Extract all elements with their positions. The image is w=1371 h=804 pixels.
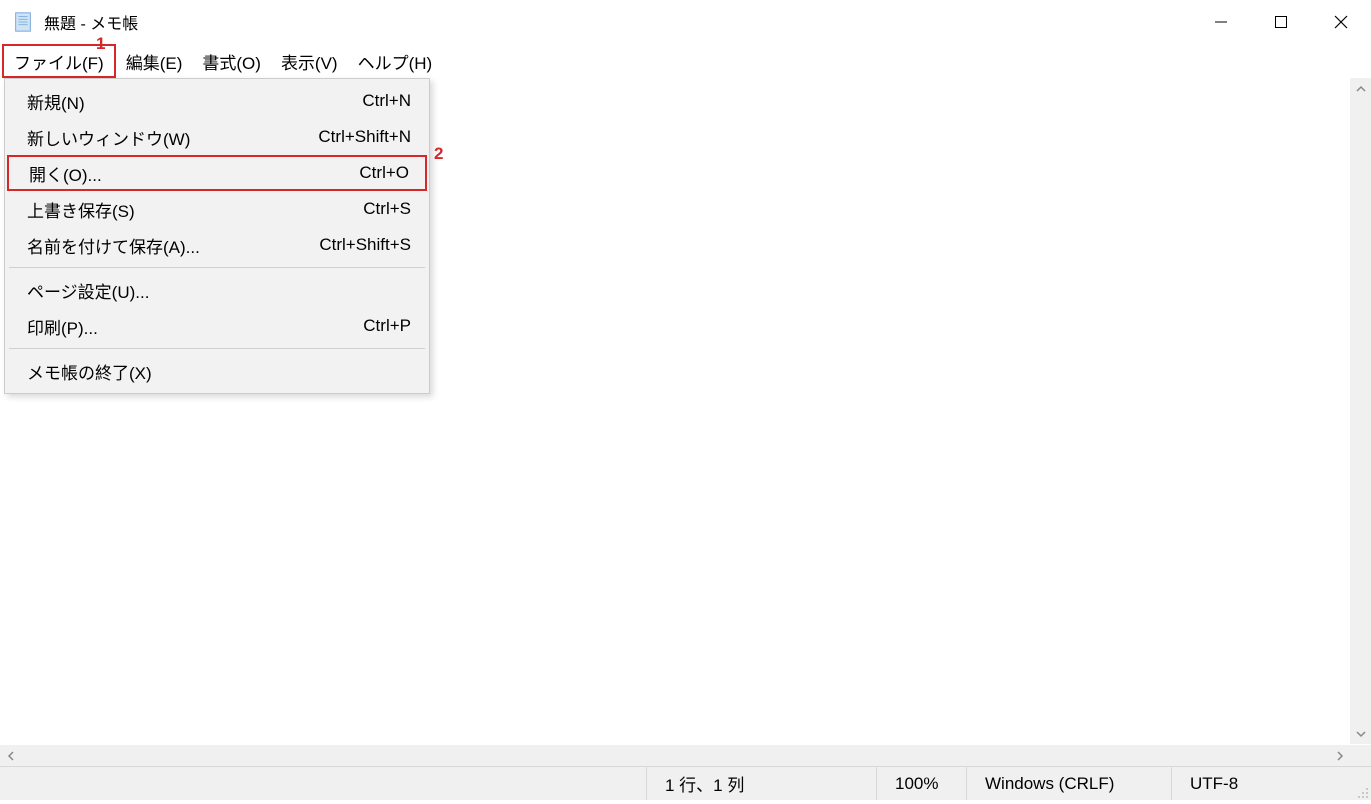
horizontal-scrollbar[interactable] xyxy=(0,745,1350,766)
menu-help[interactable]: ヘルプ(H) xyxy=(348,44,443,78)
menubar: ファイル(F) 編集(E) 書式(O) 表示(V) ヘルプ(H) xyxy=(0,44,1371,78)
menu-item-save[interactable]: 上書き保存(S) Ctrl+S xyxy=(7,191,427,227)
menu-item-label: 開く(O)... xyxy=(29,161,289,186)
scroll-left-icon[interactable] xyxy=(0,745,21,766)
menu-item-print[interactable]: 印刷(P)... Ctrl+P xyxy=(7,308,427,344)
menu-item-label: 名前を付けて保存(A)... xyxy=(27,233,291,258)
menu-item-open[interactable]: 開く(O)... Ctrl+O xyxy=(7,155,427,191)
menu-format[interactable]: 書式(O) xyxy=(192,44,271,78)
menu-item-page-setup[interactable]: ページ設定(U)... xyxy=(7,272,427,308)
statusbar: 1 行、1 列 100% Windows (CRLF) UTF-8 xyxy=(0,766,1371,800)
menu-separator xyxy=(9,348,425,349)
resize-grip-icon[interactable] xyxy=(1355,784,1369,798)
menu-item-shortcut: Ctrl+Shift+S xyxy=(291,235,411,255)
menu-item-label: 新規(N) xyxy=(27,89,291,114)
window-title: 無題 - メモ帳 xyxy=(44,10,138,34)
menu-label: ヘルプ(H) xyxy=(358,49,433,74)
menu-label: 書式(O) xyxy=(202,49,261,74)
menu-item-exit[interactable]: メモ帳の終了(X) xyxy=(7,353,427,389)
status-position: 1 行、1 列 xyxy=(646,767,876,800)
minimize-button[interactable] xyxy=(1191,0,1251,43)
menu-label: 編集(E) xyxy=(126,49,183,74)
menu-item-new[interactable]: 新規(N) Ctrl+N xyxy=(7,83,427,119)
menu-item-label: 新しいウィンドウ(W) xyxy=(27,125,291,150)
status-encoding: UTF-8 xyxy=(1171,767,1371,800)
menu-item-label: 上書き保存(S) xyxy=(27,197,291,222)
close-button[interactable] xyxy=(1311,0,1371,43)
scroll-up-icon[interactable] xyxy=(1350,78,1371,99)
file-menu-dropdown: 新規(N) Ctrl+N 新しいウィンドウ(W) Ctrl+Shift+N 開く… xyxy=(4,78,430,394)
scroll-down-icon[interactable] xyxy=(1350,723,1371,744)
menu-label: 表示(V) xyxy=(281,49,338,74)
menu-edit[interactable]: 編集(E) xyxy=(116,44,193,78)
window-controls xyxy=(1191,0,1371,43)
menu-item-shortcut: Ctrl+S xyxy=(291,199,411,219)
annotation-1: 1 xyxy=(96,34,105,54)
notepad-icon xyxy=(12,11,34,33)
menu-label: ファイル(F) xyxy=(14,49,104,74)
menu-item-shortcut: Ctrl+Shift+N xyxy=(291,127,411,147)
titlebar: 無題 - メモ帳 xyxy=(0,0,1371,44)
status-zoom: 100% xyxy=(876,767,966,800)
menu-item-shortcut: Ctrl+O xyxy=(289,163,409,183)
menu-item-label: メモ帳の終了(X) xyxy=(27,359,291,384)
scroll-corner xyxy=(1350,745,1371,766)
scroll-right-icon[interactable] xyxy=(1329,745,1350,766)
menu-item-shortcut: Ctrl+P xyxy=(291,316,411,336)
menu-item-shortcut: Ctrl+N xyxy=(291,91,411,111)
menu-view[interactable]: 表示(V) xyxy=(271,44,348,78)
menu-item-label: ページ設定(U)... xyxy=(27,278,291,303)
annotation-2: 2 xyxy=(434,144,443,164)
menu-item-new-window[interactable]: 新しいウィンドウ(W) Ctrl+Shift+N xyxy=(7,119,427,155)
status-line-ending: Windows (CRLF) xyxy=(966,767,1171,800)
maximize-button[interactable] xyxy=(1251,0,1311,43)
menu-item-save-as[interactable]: 名前を付けて保存(A)... Ctrl+Shift+S xyxy=(7,227,427,263)
vertical-scrollbar[interactable] xyxy=(1350,78,1371,744)
menu-separator xyxy=(9,267,425,268)
menu-item-label: 印刷(P)... xyxy=(27,314,291,339)
